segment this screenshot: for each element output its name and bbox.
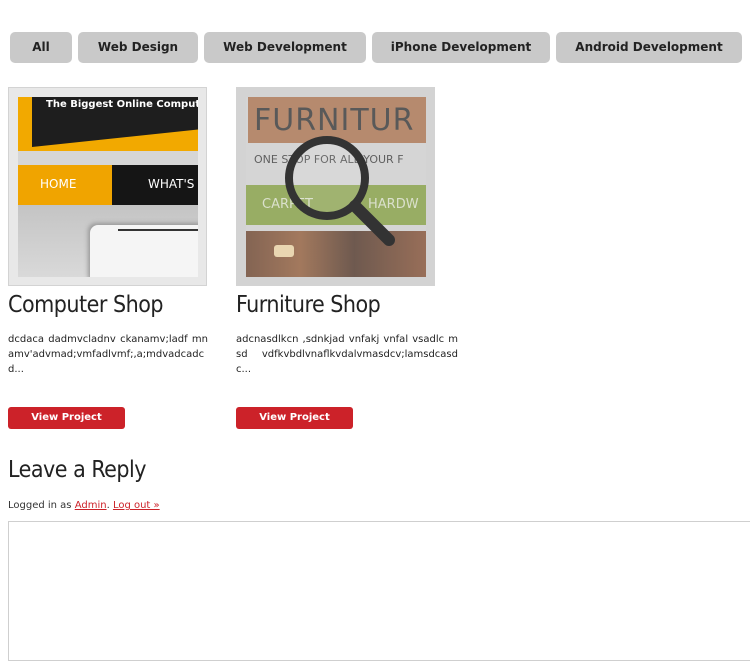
thumb-nav-whats-text: WHAT'S bbox=[148, 177, 195, 191]
computer-shop-screenshot: The Biggest Online Compute HOME WHAT'S bbox=[18, 97, 198, 277]
project-description: adcnasdlkcn ,sdnkjad vnfakj vnfal vsadlc… bbox=[236, 334, 458, 375]
reply-title: Leave a Reply bbox=[8, 457, 147, 483]
filter-android-development-button[interactable]: Android Development bbox=[556, 32, 742, 63]
view-project-button[interactable]: View Project bbox=[8, 407, 125, 429]
filter-web-design-button[interactable]: Web Design bbox=[78, 32, 198, 63]
user-profile-link[interactable]: Admin bbox=[75, 500, 107, 511]
filter-iphone-development-button[interactable]: iPhone Development bbox=[372, 32, 550, 63]
logout-link[interactable]: Log out » bbox=[113, 500, 160, 511]
logged-in-notice: Logged in as Admin. Log out » bbox=[8, 500, 160, 511]
thumb-nav-home-text: HOME bbox=[40, 177, 77, 191]
filter-web-development-button[interactable]: Web Development bbox=[204, 32, 366, 63]
project-thumbnail[interactable]: The Biggest Online Compute HOME WHAT'S bbox=[8, 87, 207, 286]
project-description: dcdaca dadmvcladnv ckanamv;ladf mnamv'ad… bbox=[8, 334, 208, 375]
project-card-computer-shop: The Biggest Online Compute HOME WHAT'S C… bbox=[8, 87, 208, 377]
logged-in-prefix: Logged in as bbox=[8, 500, 75, 511]
view-project-button[interactable]: View Project bbox=[236, 407, 353, 429]
project-title: Computer Shop bbox=[8, 292, 164, 318]
comment-textarea[interactable] bbox=[8, 521, 750, 661]
project-card-furniture-shop: FURNITUR ONE STOP FOR ALL YOUR F CARPET … bbox=[236, 87, 458, 377]
project-title: Furniture Shop bbox=[236, 292, 381, 318]
thumb-banner-text: The Biggest Online Compute bbox=[46, 99, 198, 110]
filter-all-button[interactable]: All bbox=[10, 32, 72, 63]
project-thumbnail[interactable]: FURNITUR ONE STOP FOR ALL YOUR F CARPET … bbox=[236, 87, 435, 286]
magnifier-icon bbox=[285, 136, 395, 246]
portfolio-filter-bar: All Web Design Web Development iPhone De… bbox=[10, 32, 742, 63]
